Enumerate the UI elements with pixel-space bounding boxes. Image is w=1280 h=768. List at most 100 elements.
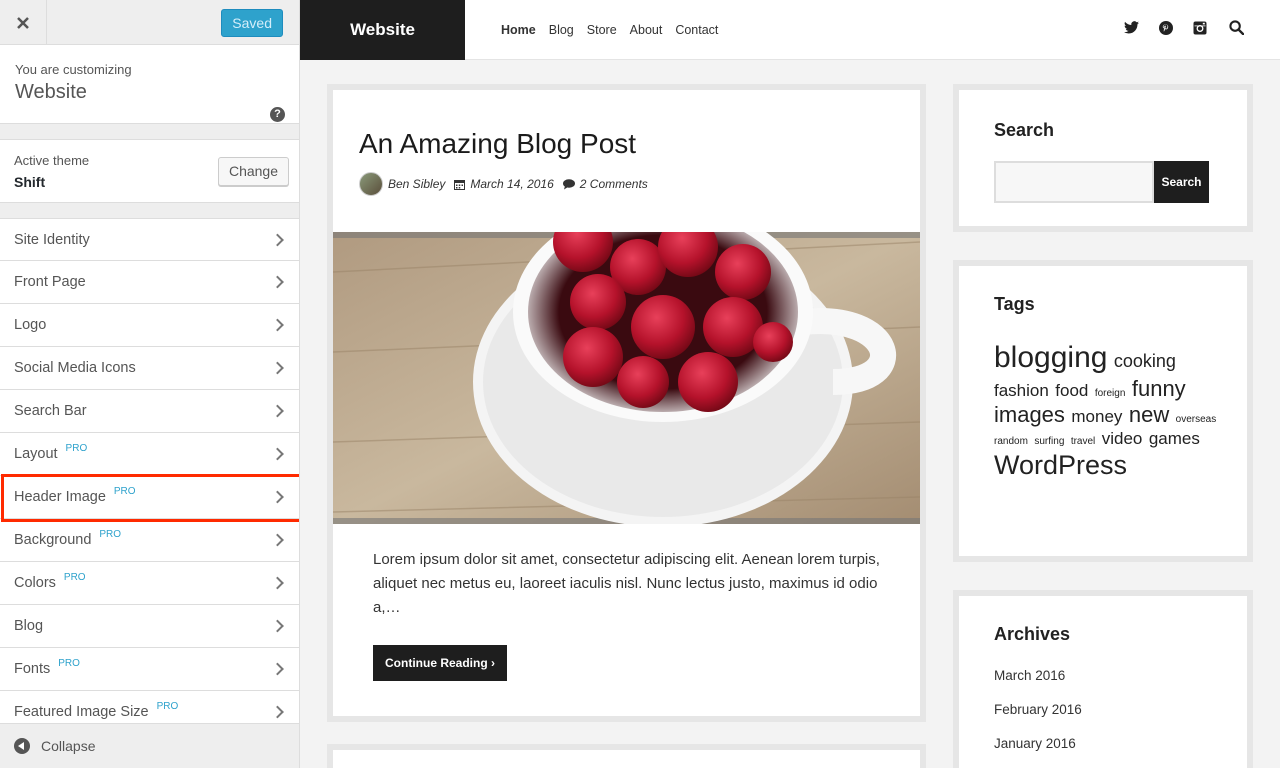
search-icon[interactable] — [1229, 20, 1244, 35]
section-label: Front Page — [14, 274, 86, 290]
section-label: Social Media Icons — [14, 360, 136, 376]
next-post-card — [327, 744, 926, 768]
tags-widget-title: Tags — [994, 294, 1035, 314]
tag-random[interactable]: random — [994, 436, 1028, 447]
pro-badge: PRO — [63, 571, 86, 583]
tag-food[interactable]: food — [1055, 381, 1088, 400]
archive-link[interactable]: February 2016 — [994, 702, 1082, 736]
post-date-item: March 14, 2016 — [454, 177, 554, 191]
chevron-right-icon — [271, 576, 284, 590]
primary-nav: Home Blog Store About Contact — [501, 23, 731, 37]
section-label: Blog — [14, 618, 44, 634]
section-label: Featured Image Size — [14, 704, 149, 720]
section-blog[interactable]: Blog — [0, 605, 299, 648]
section-label: Background — [14, 532, 92, 548]
chevron-right-icon — [271, 619, 284, 633]
section-header-image[interactable]: Header Image PRO — [0, 476, 299, 519]
customizing-info: You are customizing Website ? — [0, 45, 299, 124]
customizing-label: You are customizing — [15, 62, 132, 77]
archive-link[interactable]: March 2016 — [994, 668, 1082, 702]
comment-icon — [562, 178, 575, 190]
pro-badge: PRO — [99, 528, 122, 540]
search-input[interactable] — [994, 161, 1154, 203]
nav-item-home[interactable]: Home — [501, 23, 536, 37]
section-label: Search Bar — [14, 403, 87, 419]
site-header: Website Home Blog Store About Contact — [300, 0, 1280, 60]
continue-reading-button[interactable]: Continue Reading › — [373, 645, 507, 681]
help-icon[interactable]: ? — [270, 107, 285, 122]
close-icon[interactable] — [0, 0, 47, 45]
chevron-right-icon — [271, 275, 284, 289]
pro-badge: PRO — [58, 657, 80, 669]
section-layout[interactable]: Layout PRO — [0, 433, 299, 476]
chevron-right-icon — [271, 533, 284, 547]
section-front-page[interactable]: Front Page — [0, 261, 299, 304]
tag-surfing[interactable]: surfing — [1034, 436, 1064, 447]
chevron-right-icon — [271, 447, 284, 461]
customizer-panel: Saved You are customizing Website ? Acti… — [0, 0, 300, 768]
archives-widget: Archives March 2016 February 2016 January … — [953, 590, 1253, 768]
section-label: Header Image — [14, 489, 106, 505]
chevron-right-icon — [271, 490, 284, 504]
twitter-icon[interactable] — [1124, 21, 1139, 34]
section-label: Colors — [14, 575, 56, 591]
post-date[interactable]: March 14, 2016 — [470, 177, 553, 191]
social-icons — [1104, 20, 1244, 35]
search-widget: Search Search — [953, 84, 1253, 232]
pinterest-icon[interactable] — [1159, 20, 1173, 35]
instagram-icon[interactable] — [1193, 21, 1207, 35]
site-title[interactable]: Website — [300, 0, 465, 60]
post-comments-item: 2 Comments — [562, 177, 648, 191]
tag-new[interactable]: new — [1129, 402, 1169, 427]
section-fonts[interactable]: Fonts PRO — [0, 648, 299, 691]
tag-cooking[interactable]: cooking — [1114, 351, 1176, 371]
change-theme-button[interactable]: Change — [217, 157, 289, 186]
tag-video[interactable]: video — [1102, 429, 1143, 448]
section-logo[interactable]: Logo — [0, 304, 299, 347]
archive-list: March 2016 February 2016 January 2016 — [994, 668, 1082, 768]
tag-games[interactable]: games — [1149, 429, 1200, 448]
nav-item-about[interactable]: About — [630, 23, 663, 37]
pro-badge: PRO — [113, 485, 136, 497]
tag-money[interactable]: money — [1071, 407, 1122, 426]
section-label: Fonts — [14, 661, 51, 677]
chevron-right-icon — [271, 318, 284, 332]
section-colors[interactable]: Colors PRO — [0, 562, 299, 605]
section-social-media-icons[interactable]: Social Media Icons — [0, 347, 299, 390]
pro-badge: PRO — [65, 442, 88, 454]
archive-link[interactable]: January 2016 — [994, 736, 1082, 768]
post-author[interactable]: Ben Sibley — [388, 177, 445, 191]
section-site-identity[interactable]: Site Identity — [0, 218, 299, 261]
customizing-title: Website — [15, 81, 87, 103]
tag-foreign[interactable]: foreign — [1095, 388, 1126, 399]
chevron-right-icon — [271, 662, 284, 676]
post-title[interactable]: An Amazing Blog Post — [359, 128, 636, 160]
chevron-right-icon — [271, 705, 284, 719]
post-comments[interactable]: 2 Comments — [580, 177, 648, 191]
nav-item-contact[interactable]: Contact — [675, 23, 718, 37]
tag-blogging[interactable]: blogging — [994, 341, 1107, 374]
section-label: Site Identity — [14, 231, 90, 248]
tag-fashion[interactable]: fashion — [994, 381, 1049, 400]
featured-image[interactable] — [333, 232, 920, 524]
section-background[interactable]: Background PRO — [0, 519, 299, 562]
archives-widget-title: Archives — [994, 624, 1071, 644]
nav-item-blog[interactable]: Blog — [549, 23, 574, 37]
collapse-button[interactable]: Collapse — [0, 723, 299, 768]
section-label: Layout — [14, 446, 58, 462]
nav-item-store[interactable]: Store — [587, 23, 617, 37]
active-theme-panel: Active theme Shift Change — [0, 139, 299, 203]
site-preview: Website Home Blog Store About Contact An Ama… — [300, 0, 1280, 768]
tags-widget: Tags blogging cooking fashion food forei… — [953, 260, 1253, 562]
tag-images[interactable]: images — [994, 402, 1065, 427]
search-button[interactable]: Search — [1154, 161, 1209, 203]
saved-button[interactable]: Saved — [221, 9, 283, 37]
post-meta: Ben Sibley March 14, 2016 2 Comments — [359, 172, 657, 196]
tag-funny[interactable]: funny — [1132, 376, 1186, 401]
section-search-bar[interactable]: Search Bar — [0, 390, 299, 433]
chevron-right-icon — [271, 233, 284, 246]
tag-wordpress[interactable]: WordPress — [994, 450, 1127, 480]
tag-overseas[interactable]: overseas — [1176, 414, 1217, 425]
tag-travel[interactable]: travel — [1071, 436, 1095, 447]
chevron-right-icon — [271, 404, 284, 418]
